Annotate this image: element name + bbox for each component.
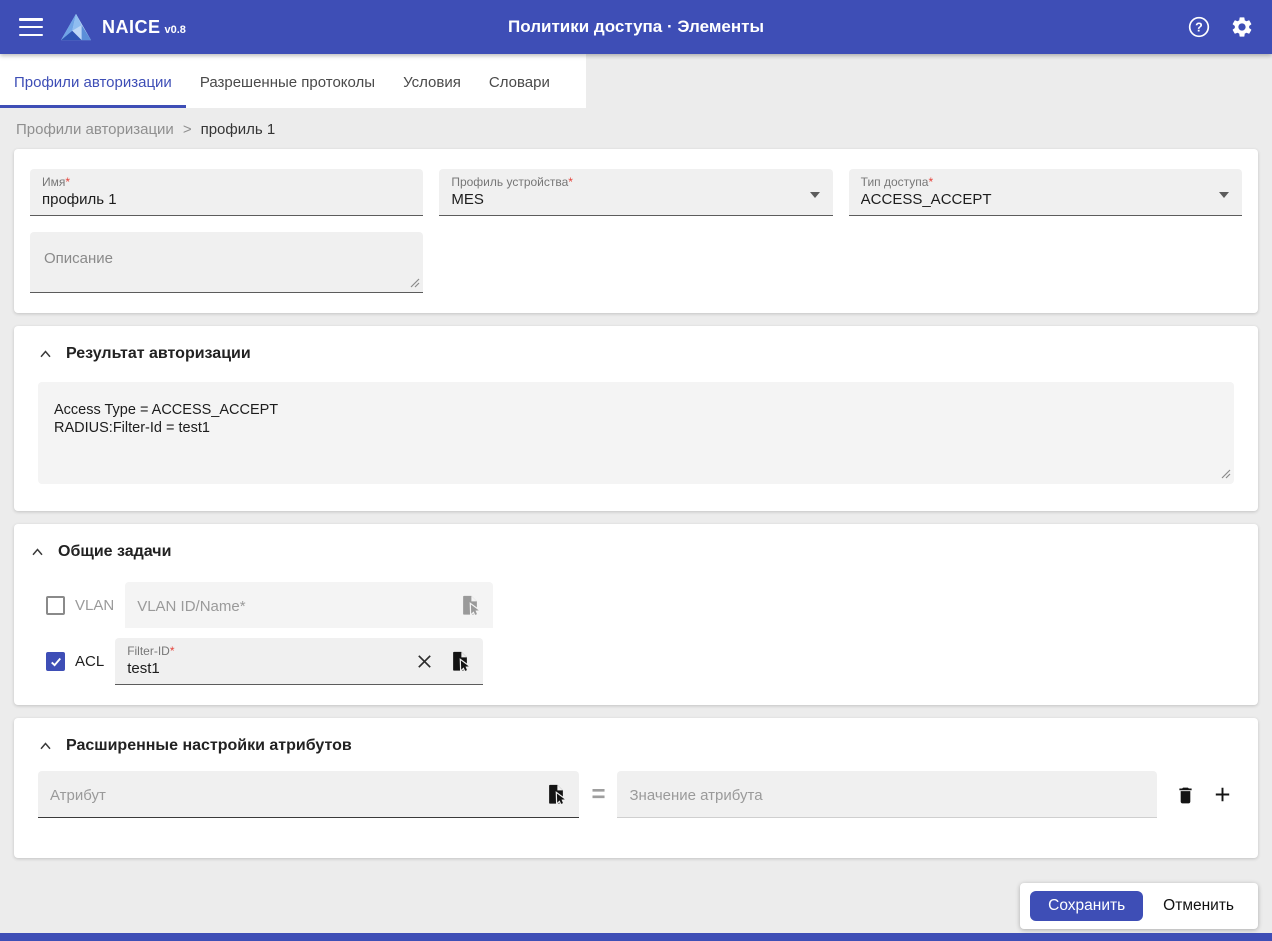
description-textarea[interactable] <box>30 232 424 293</box>
profile-form-card: Имя* профиль 1 Профиль устройства* MES Т… <box>14 149 1258 313</box>
cancel-button[interactable]: Отменить <box>1149 891 1248 921</box>
attribute-row: Атрибут = Значение атрибута <box>38 771 1234 818</box>
app-version: v0.8 <box>164 23 186 36</box>
authorization-result-textarea[interactable]: Access Type = ACCESS_ACCEPT RADIUS:Filte… <box>38 382 1234 484</box>
breadcrumb-separator: > <box>182 121 192 138</box>
authorization-result-card: Результат авторизации Access Type = ACCE… <box>14 326 1258 511</box>
file-select-icon <box>463 595 482 616</box>
tab-conditions[interactable]: Условия <box>389 54 475 108</box>
name-field-value: профиль 1 <box>42 191 117 208</box>
app-bar: NAICE v0.8 Политики доступа · Элементы ? <box>0 0 1272 54</box>
vlan-task-row: VLAN VLAN ID/Name* <box>46 582 1242 628</box>
app-logo-icon <box>59 12 93 42</box>
chevron-down-icon <box>1218 192 1229 198</box>
attribute-placeholder: Атрибут <box>50 787 106 804</box>
device-profile-select[interactable]: Профиль устройства* MES <box>439 169 833 216</box>
breadcrumb-current: профиль 1 <box>200 121 276 138</box>
help-icon[interactable]: ? <box>1186 14 1212 40</box>
name-field[interactable]: Имя* профиль 1 <box>30 169 424 216</box>
chevron-down-icon <box>809 192 820 198</box>
vlan-id-field[interactable]: VLAN ID/Name* <box>125 582 494 628</box>
access-type-select[interactable]: Тип доступа* ACCESS_ACCEPT <box>848 169 1242 216</box>
brand: NAICE v0.8 <box>102 17 186 38</box>
attribute-value-field[interactable]: Значение атрибута <box>617 771 1157 818</box>
equals-sign: = <box>591 780 606 808</box>
access-type-value: ACCESS_ACCEPT <box>860 191 992 208</box>
app-name: NAICE <box>102 16 161 37</box>
breadcrumb: Профили авторизации > профиль 1 <box>0 108 1272 149</box>
trash-icon[interactable] <box>1175 784 1196 806</box>
filter-id-field[interactable]: Filter-ID* test1 <box>115 638 484 685</box>
chevron-up-icon[interactable] <box>30 545 45 560</box>
access-type-label: Тип доступа* <box>860 175 934 189</box>
chevron-up-icon[interactable] <box>38 739 53 754</box>
vlan-checkbox-label: VLAN <box>75 596 115 614</box>
common-tasks-card: Общие задачи VLAN VLAN ID/Name* ACL Filt… <box>14 524 1258 705</box>
close-icon[interactable] <box>415 652 434 671</box>
footer-bar <box>0 933 1272 941</box>
tab-dictionaries[interactable]: Словари <box>475 54 564 108</box>
breadcrumb-parent-link[interactable]: Профили авторизации <box>16 121 174 138</box>
advanced-attributes-card: Расширенные настройки атрибутов Атрибут … <box>14 718 1258 858</box>
save-button[interactable]: Сохранить <box>1030 891 1144 921</box>
menu-icon[interactable] <box>19 18 43 36</box>
file-select-icon[interactable] <box>545 783 568 805</box>
attribute-field[interactable]: Атрибут <box>38 771 580 818</box>
tab-allowed-protocols[interactable]: Разрешенные протоколы <box>186 54 389 108</box>
gear-icon[interactable] <box>1229 14 1255 40</box>
device-profile-label: Профиль устройства* <box>451 175 573 189</box>
actions-panel: Сохранить Отменить <box>1020 883 1258 929</box>
acl-task-row: ACL Filter-ID* test1 <box>46 638 1242 685</box>
section-title-advanced-attributes: Расширенные настройки атрибутов <box>66 737 352 754</box>
svg-text:?: ? <box>1195 20 1203 34</box>
file-select-icon[interactable] <box>449 650 472 672</box>
acl-checkbox[interactable] <box>46 652 65 671</box>
name-field-label: Имя* <box>42 175 71 189</box>
chevron-up-icon[interactable] <box>38 347 53 362</box>
tab-bar: Профили авторизации Разрешенные протокол… <box>0 54 1272 108</box>
section-title-common-tasks: Общие задачи <box>58 543 172 560</box>
vlan-checkbox[interactable] <box>46 595 65 615</box>
vlan-id-placeholder: VLAN ID/Name* <box>137 598 246 615</box>
acl-checkbox-label: ACL <box>75 653 105 670</box>
tab-authorization-profiles[interactable]: Профили авторизации <box>0 54 186 108</box>
attribute-value-placeholder: Значение атрибута <box>629 787 763 804</box>
page-title: Политики доступа · Элементы <box>508 17 764 36</box>
section-title-authorization-result: Результат авторизации <box>66 345 251 362</box>
plus-icon[interactable] <box>1211 783 1234 806</box>
device-profile-value: MES <box>451 191 484 208</box>
